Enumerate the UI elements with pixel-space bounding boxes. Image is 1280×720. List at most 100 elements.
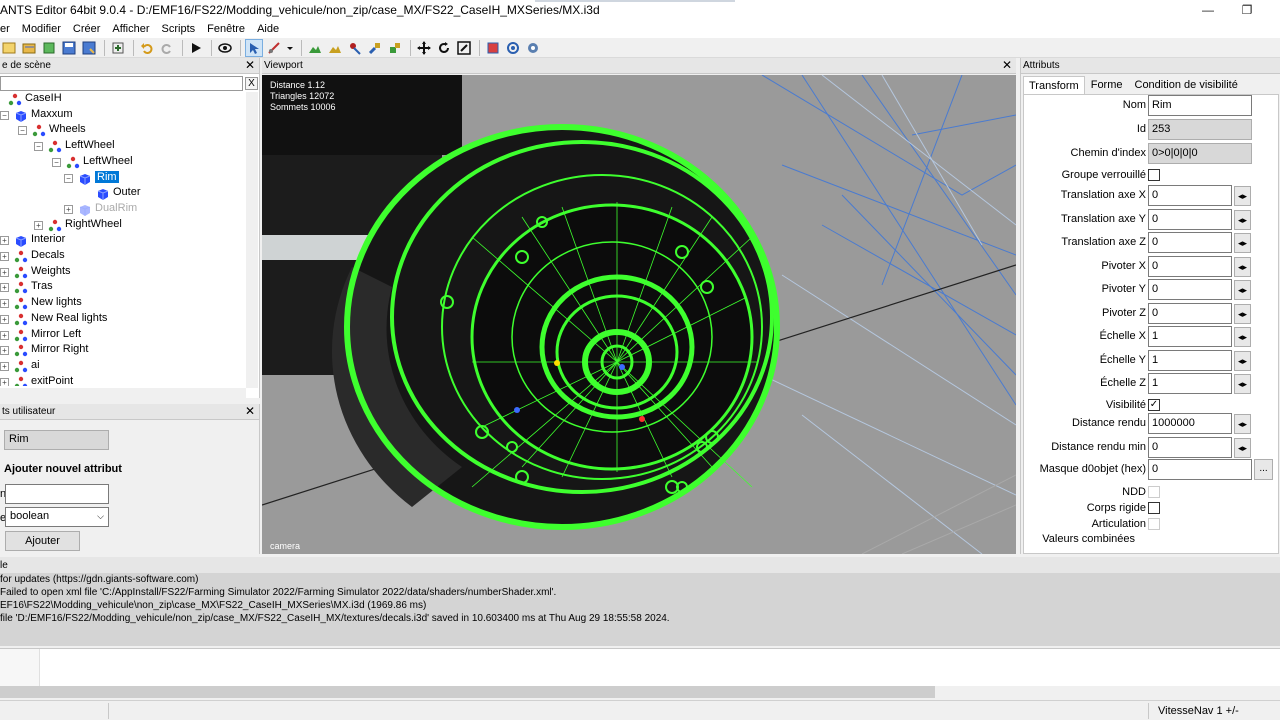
- reload-icon[interactable]: [40, 39, 58, 57]
- attribute-checkbox[interactable]: ✓: [1148, 399, 1160, 411]
- tree-node[interactable]: + exitPoint: [0, 375, 246, 386]
- tree-node[interactable]: + Mirror Right: [0, 343, 246, 358]
- search-clear-button[interactable]: X: [245, 77, 258, 90]
- attribute-checkbox[interactable]: [1148, 502, 1160, 514]
- terrain-tool-icon[interactable]: [306, 39, 324, 57]
- attribute-name-input[interactable]: [5, 484, 109, 504]
- expand-icon[interactable]: +: [64, 204, 73, 214]
- tree-node[interactable]: + Interior: [0, 233, 246, 248]
- menu-file[interactable]: er: [0, 23, 16, 35]
- attribute-value-field[interactable]: 1: [1148, 350, 1232, 371]
- spin-arrows-icon[interactable]: ◂▸: [1234, 233, 1251, 253]
- save-icon[interactable]: [60, 39, 78, 57]
- tree-node[interactable]: Outer: [0, 186, 246, 201]
- tree-node[interactable]: + DualRim: [0, 202, 246, 217]
- spin-arrows-icon[interactable]: ◂▸: [1234, 438, 1251, 458]
- expand-icon[interactable]: +: [0, 330, 9, 340]
- attribute-value-field[interactable]: 0: [1148, 303, 1232, 324]
- spin-arrows-icon[interactable]: ◂▸: [1234, 210, 1251, 230]
- close-icon[interactable]: ✕: [245, 58, 255, 72]
- spin-arrows-icon[interactable]: ◂▸: [1234, 327, 1251, 347]
- move-icon[interactable]: [415, 39, 433, 57]
- collapse-icon[interactable]: −: [52, 157, 61, 167]
- maximize-button[interactable]: ❐: [1229, 0, 1265, 20]
- tree-node[interactable]: − LeftWheel: [0, 155, 246, 170]
- new-file-icon[interactable]: [0, 39, 18, 57]
- command-horizontal-scrollbar[interactable]: [0, 686, 1280, 698]
- tree-node[interactable]: + RightWheel: [0, 218, 246, 233]
- expand-icon[interactable]: +: [0, 267, 9, 277]
- tab-transform[interactable]: Transform: [1023, 76, 1085, 94]
- menu-view[interactable]: Afficher: [106, 23, 155, 35]
- menu-create[interactable]: Créer: [67, 23, 107, 35]
- tree-node[interactable]: + Mirror Left: [0, 328, 246, 343]
- select-tool-icon[interactable]: [245, 38, 263, 57]
- tree-node[interactable]: + Tras: [0, 280, 246, 295]
- attribute-value-field[interactable]: 0: [1148, 459, 1252, 480]
- expand-icon[interactable]: +: [0, 236, 9, 246]
- attribute-value-field[interactable]: 0: [1148, 279, 1232, 300]
- collapse-icon[interactable]: −: [0, 110, 9, 120]
- attribute-value-field[interactable]: 0: [1148, 232, 1232, 253]
- scene-search-input[interactable]: [0, 76, 243, 91]
- material-icon[interactable]: [484, 39, 502, 57]
- scale-icon[interactable]: [455, 39, 473, 57]
- eye-icon[interactable]: [216, 39, 234, 57]
- tree-node[interactable]: + New lights: [0, 296, 246, 311]
- paint-tool-icon[interactable]: [326, 39, 344, 57]
- attribute-value-field[interactable]: 1000000: [1148, 413, 1232, 434]
- transform-mode-icon[interactable]: [265, 39, 283, 57]
- expand-icon[interactable]: +: [0, 361, 9, 371]
- tree-node[interactable]: − Rim: [0, 170, 246, 186]
- menu-help[interactable]: Aide: [251, 23, 285, 35]
- expand-icon[interactable]: +: [0, 314, 9, 324]
- dropdown-arrow-icon[interactable]: [285, 39, 295, 57]
- import-icon[interactable]: [109, 39, 127, 57]
- tab-shape[interactable]: Forme: [1085, 76, 1129, 94]
- tree-node[interactable]: + ai: [0, 359, 246, 374]
- attribute-value-field[interactable]: 0: [1148, 256, 1232, 277]
- save-as-icon[interactable]: [80, 39, 98, 57]
- spin-arrows-icon[interactable]: ◂▸: [1234, 280, 1251, 300]
- attribute-value-field[interactable]: 0: [1148, 209, 1232, 230]
- scrollbar-thumb[interactable]: [0, 686, 935, 698]
- attribute-value-field[interactable]: 1: [1148, 326, 1232, 347]
- attribute-value-field[interactable]: 1: [1148, 373, 1232, 394]
- scene-horizontal-scrollbar[interactable]: [0, 388, 246, 400]
- collapse-icon[interactable]: −: [64, 173, 73, 183]
- browse-button[interactable]: ...: [1254, 459, 1273, 480]
- expand-icon[interactable]: +: [34, 220, 43, 230]
- settings-icon[interactable]: [504, 39, 522, 57]
- menu-window[interactable]: Fenêtre: [201, 23, 251, 35]
- close-icon[interactable]: ✕: [1002, 58, 1012, 72]
- viewport-3d[interactable]: Distance 1.12 Triangles 12072 Sommets 10…: [262, 75, 1016, 554]
- attribute-type-select[interactable]: boolean ⌵: [5, 507, 109, 527]
- minimize-button[interactable]: —: [1190, 0, 1226, 20]
- undo-icon[interactable]: [138, 39, 156, 57]
- attribute-value-field[interactable]: 0: [1148, 185, 1232, 206]
- tree-node[interactable]: CaseIH: [0, 92, 246, 107]
- expand-icon[interactable]: +: [0, 377, 9, 386]
- play-icon[interactable]: [187, 39, 205, 57]
- menu-scripts[interactable]: Scripts: [156, 23, 202, 35]
- redo-icon[interactable]: [158, 39, 176, 57]
- open-file-icon[interactable]: [20, 39, 38, 57]
- spin-arrows-icon[interactable]: ◂▸: [1234, 304, 1251, 324]
- spin-arrows-icon[interactable]: ◂▸: [1234, 351, 1251, 371]
- tree-node[interactable]: + Weights: [0, 265, 246, 280]
- place-tool-icon[interactable]: [386, 39, 404, 57]
- brush-tool-icon[interactable]: [366, 39, 384, 57]
- network-icon[interactable]: [524, 39, 542, 57]
- add-attribute-button[interactable]: Ajouter: [5, 531, 80, 551]
- attribute-checkbox[interactable]: [1148, 169, 1160, 181]
- expand-icon[interactable]: +: [0, 346, 9, 356]
- expand-icon[interactable]: +: [0, 299, 9, 309]
- expand-icon[interactable]: +: [0, 283, 9, 293]
- spin-arrows-icon[interactable]: ◂▸: [1234, 414, 1251, 434]
- spin-arrows-icon[interactable]: ◂▸: [1234, 186, 1251, 206]
- tree-node[interactable]: + Decals: [0, 249, 246, 264]
- collapse-icon[interactable]: −: [34, 142, 43, 152]
- tree-node[interactable]: − Maxxum: [0, 108, 246, 123]
- close-icon[interactable]: ✕: [245, 404, 255, 418]
- tree-node[interactable]: − LeftWheel: [0, 139, 246, 154]
